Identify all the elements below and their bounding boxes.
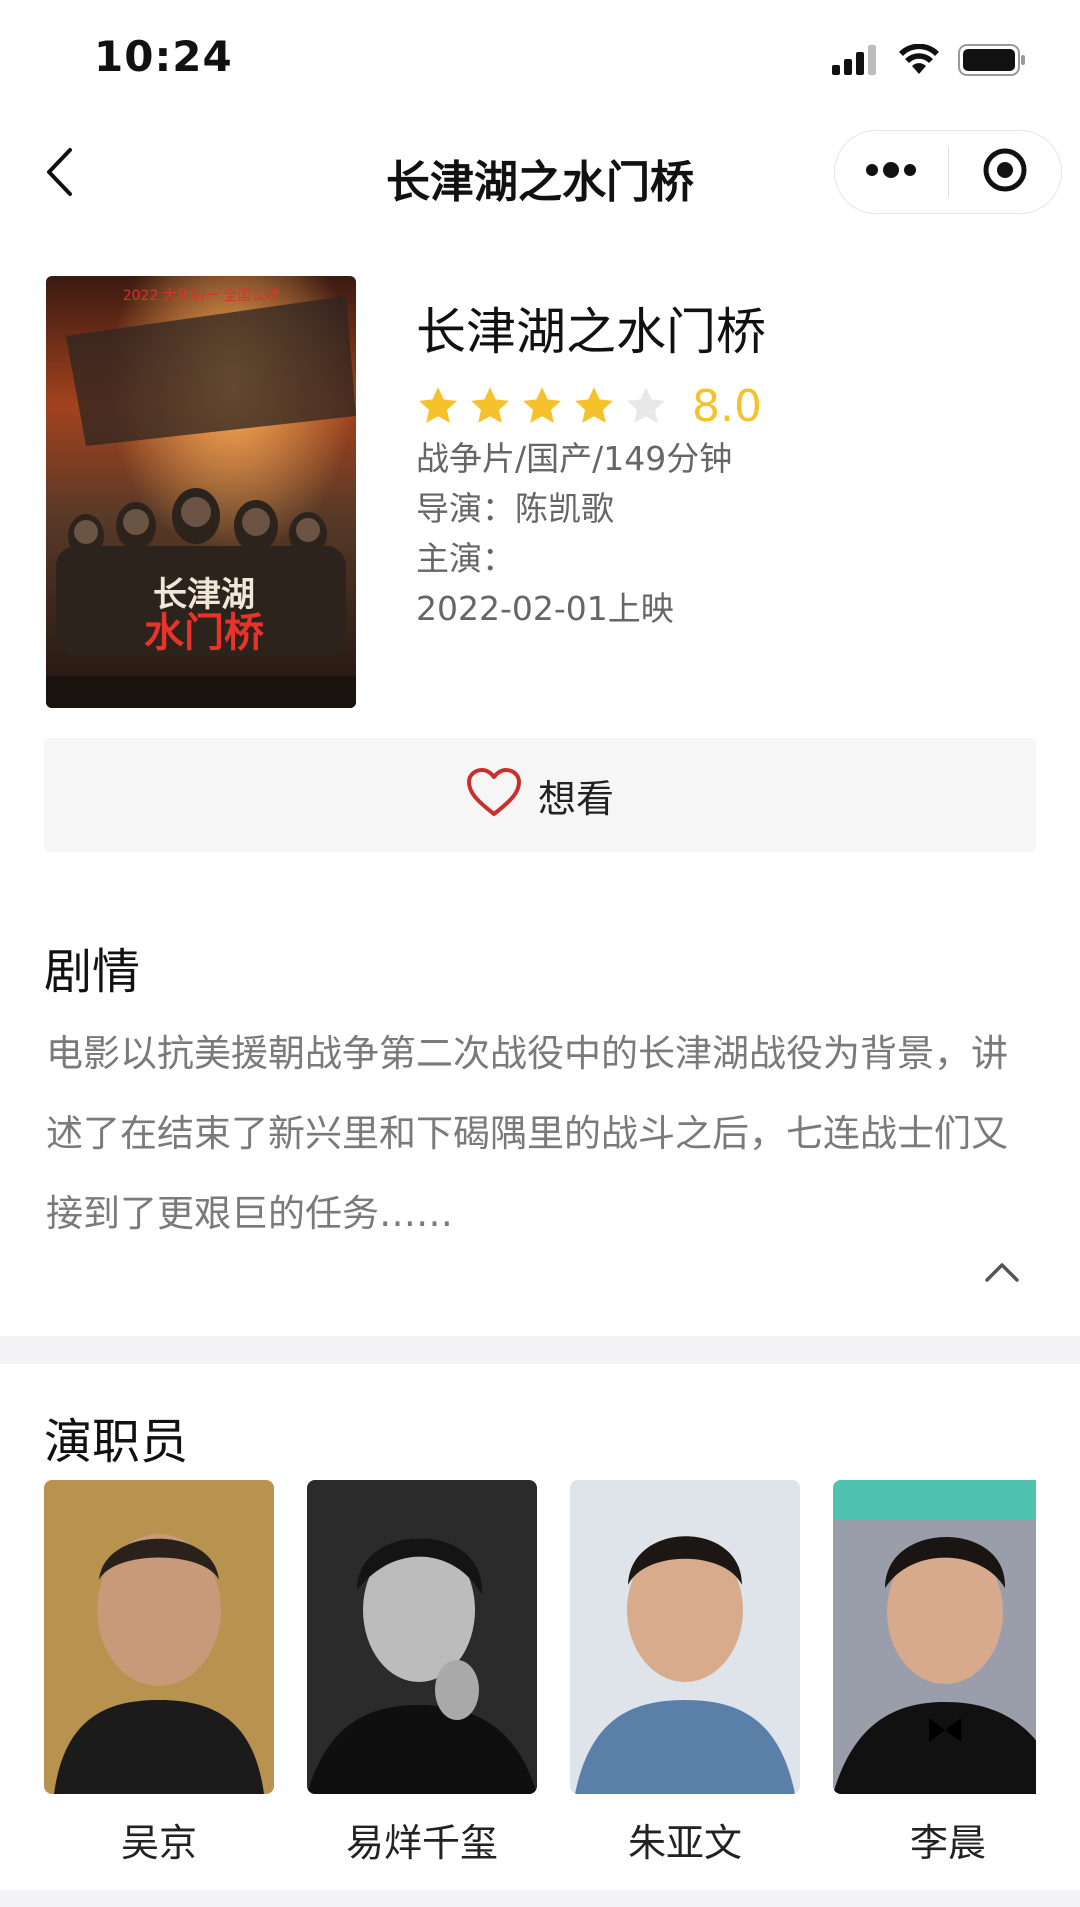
cast-photo xyxy=(833,1480,1036,1794)
movie-poster[interactable]: 2022 大年初一 全国公映 长津湖 水门桥 xyxy=(46,276,356,708)
cast-card-wujing[interactable]: 吴京 xyxy=(44,1480,274,1860)
more-button[interactable] xyxy=(835,130,948,214)
more-dots-icon xyxy=(864,162,918,182)
want-to-watch-label: 想看 xyxy=(537,776,614,821)
release-line: 2022-02-01上映 xyxy=(416,589,674,628)
status-bar: 10:24 xyxy=(0,0,1080,118)
close-miniprogram-button[interactable] xyxy=(949,130,1062,214)
plot-collapse-button[interactable] xyxy=(980,1256,1024,1292)
mini-program-capsule xyxy=(834,130,1062,214)
cast-line: 主演： xyxy=(416,539,515,578)
rating-stars xyxy=(416,384,676,428)
heart-outline-icon xyxy=(466,768,522,822)
rating-score: 8.0 xyxy=(692,380,762,432)
cast-card-zhuyawen[interactable]: 朱亚文 xyxy=(570,1480,800,1860)
movie-title: 长津湖之水门桥 xyxy=(416,303,766,361)
movie-info: 长津湖之水门桥 8.0 战争片/国产/149分钟 导演：陈凯歌 主演： 2022… xyxy=(416,300,1036,634)
cast-photo xyxy=(307,1480,537,1794)
star-icon xyxy=(575,387,613,423)
genre-line: 战争片/国产/149分钟 xyxy=(416,439,733,478)
cast-name: 易烊千玺 xyxy=(345,1821,498,1860)
poster-title-line2: 水门桥 xyxy=(144,610,264,656)
plot-section-title: 剧情 xyxy=(44,944,141,1000)
rating-row: 8.0 xyxy=(416,378,1036,434)
cast-list: 吴京 易烊千玺 朱亚文 李晨 xyxy=(44,1480,1036,1860)
cast-card-yiyangqianxi[interactable]: 易烊千玺 xyxy=(307,1480,537,1860)
chevron-up-icon xyxy=(984,1261,1020,1287)
status-icons xyxy=(832,40,1026,80)
plot-summary: 电影以抗美援朝战争第二次战役中的长津湖战役为背景，讲述了在结束了新兴里和下碣隅里… xyxy=(46,1032,1008,1235)
cast-photo xyxy=(44,1480,274,1794)
bottom-divider xyxy=(0,1890,1080,1907)
cast-name: 吴京 xyxy=(120,1821,197,1860)
cast-name: 李晨 xyxy=(909,1821,986,1860)
wifi-icon xyxy=(898,44,940,76)
director-line: 导演：陈凯歌 xyxy=(416,489,614,528)
poster-top-text: 2022 大年初一 全国公映 xyxy=(123,287,280,304)
target-circle-icon xyxy=(981,146,1029,198)
nav-bar: 长津湖之水门桥 xyxy=(0,118,1080,228)
star-icon xyxy=(627,387,665,423)
want-to-watch-button[interactable]: 想看 xyxy=(44,738,1036,852)
section-divider xyxy=(0,1336,1080,1364)
battery-icon xyxy=(958,44,1026,76)
cast-card-lichen[interactable]: 李晨 xyxy=(833,1480,1036,1860)
poster-title-line1: 长津湖 xyxy=(153,575,255,615)
star-icon xyxy=(471,387,509,423)
cast-name: 朱亚文 xyxy=(627,1821,742,1860)
status-time: 10:24 xyxy=(94,32,233,81)
star-icon xyxy=(523,387,561,423)
cast-section-title: 演职员 xyxy=(44,1414,189,1470)
signal-icon xyxy=(832,45,880,75)
star-icon xyxy=(419,387,457,423)
cast-photo xyxy=(570,1480,800,1794)
